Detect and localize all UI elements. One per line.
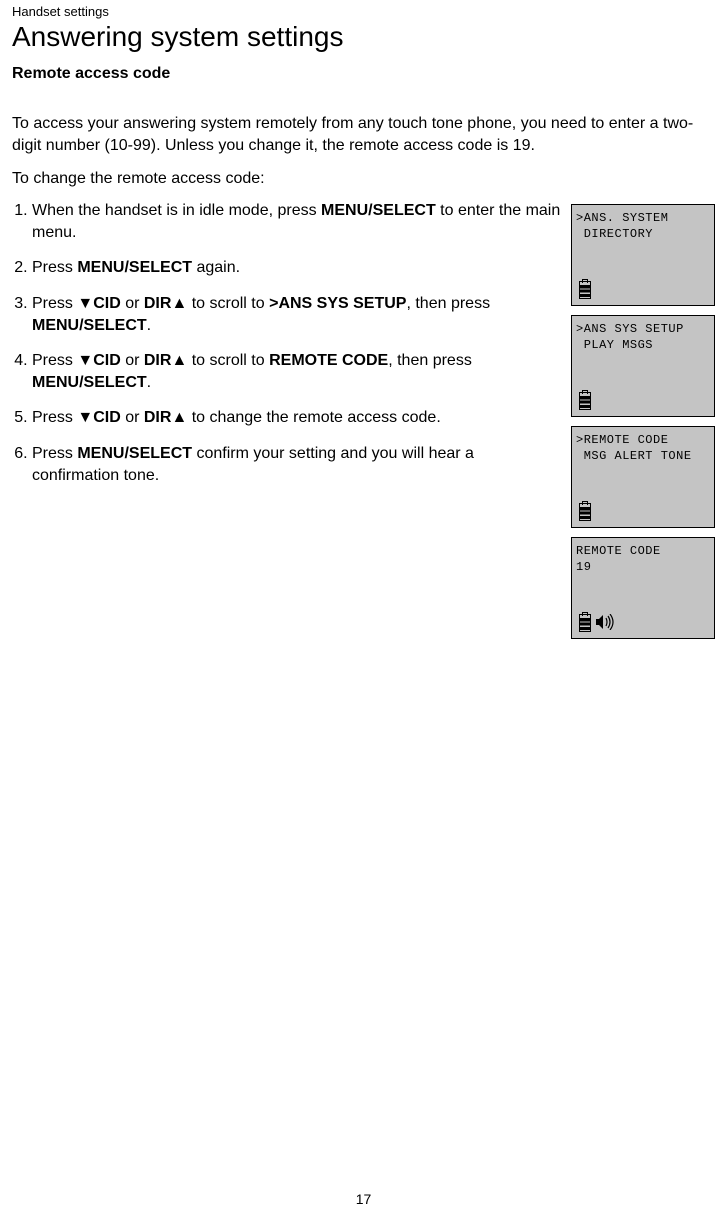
lcd-line: >ANS. SYSTEM [576,211,710,225]
step-3-text-a: Press [32,295,77,312]
step-5-end: to change the remote access code. [187,409,440,426]
intro-paragraph: To access your answering system remotely… [12,113,715,156]
step-6-menu: MENU [77,445,124,462]
change-label: To change the remote access code: [12,170,715,188]
step-4-text-a: Press [32,352,77,369]
step-3-menu: MENU [32,317,79,334]
step-3-dir: DIR [144,295,172,312]
step-4-mid: to scroll to [187,352,269,369]
step-4-dir: DIR [144,352,172,369]
lcd-line: MSG ALERT TONE [576,449,710,463]
lcd-line: >ANS SYS SETUP [576,322,710,336]
step-3-end: . [147,317,151,334]
battery-icon [578,612,590,630]
lcd-column: >ANS. SYSTEM DIRECTORY >ANS SYS SETUP PL… [571,200,715,639]
step-4-target: REMOTE CODE [269,352,388,369]
triangle-down-icon-3: ▼ [77,409,93,426]
steps-list: When the handset is in idle mode, press … [12,200,563,486]
lcd-line: >REMOTE CODE [576,433,710,447]
step-2-select: SELECT [129,259,192,276]
step-6: Press MENU/SELECT confirm your setting a… [32,443,563,486]
step-4-cid: CID [93,352,121,369]
lcd-line: DIRECTORY [576,227,710,241]
step-3-target: >ANS SYS SETUP [269,295,406,312]
step-1-select: SELECT [373,202,436,219]
battery-icon [578,501,590,519]
battery-icon [578,390,590,408]
lcd-line: 19 [576,560,710,574]
page-number: 17 [356,1191,372,1207]
step-4-then: , then press [388,352,472,369]
lcd-line: REMOTE CODE [576,544,710,558]
lcd-screen-2: >ANS SYS SETUP PLAY MSGS [571,315,715,417]
lcd-screen-3: >REMOTE CODE MSG ALERT TONE [571,426,715,528]
step-3-select: /SELECT [79,317,147,334]
step-5: Press ▼CID or DIR▲ to change the remote … [32,407,563,429]
step-2-text-d: again. [192,259,240,276]
step-6-text-a: Press [32,445,77,462]
step-3-mid: to scroll to [187,295,269,312]
step-1-menu: MENU/ [321,202,373,219]
step-1: When the handset is in idle mode, press … [32,200,563,243]
step-2-menu: MENU/ [77,259,129,276]
step-3-then: , then press [406,295,490,312]
step-4-or: or [121,352,144,369]
lcd-screen-4: REMOTE CODE 19 [571,537,715,639]
step-4-menu: MENU [32,374,79,391]
section-subtitle: Remote access code [12,65,715,83]
triangle-up-icon-2: ▲ [171,352,187,369]
step-2-text-a: Press [32,259,77,276]
step-2: Press MENU/SELECT again. [32,257,563,279]
step-5-cid: CID [93,409,121,426]
step-3: Press ▼CID or DIR▲ to scroll to >ANS SYS… [32,293,563,336]
lcd-line: PLAY MSGS [576,338,710,352]
triangle-up-icon-3: ▲ [171,409,187,426]
battery-icon [578,279,590,297]
triangle-up-icon: ▲ [171,295,187,312]
step-5-text-a: Press [32,409,77,426]
step-3-or: or [121,295,144,312]
lcd-screen-1: >ANS. SYSTEM DIRECTORY [571,204,715,306]
step-5-dir: DIR [144,409,172,426]
step-4: Press ▼CID or DIR▲ to scroll to REMOTE C… [32,350,563,393]
speaker-icon [596,614,614,630]
triangle-down-icon-2: ▼ [77,352,93,369]
page-title: Answering system settings [12,21,715,53]
step-4-end: . [147,374,151,391]
step-4-select: /SELECT [79,374,147,391]
breadcrumb: Handset settings [12,4,715,19]
step-1-text-a: When the handset is in idle mode, press [32,202,321,219]
step-3-cid: CID [93,295,121,312]
triangle-down-icon: ▼ [77,295,93,312]
step-5-or: or [121,409,144,426]
step-6-select: /SELECT [124,445,192,462]
